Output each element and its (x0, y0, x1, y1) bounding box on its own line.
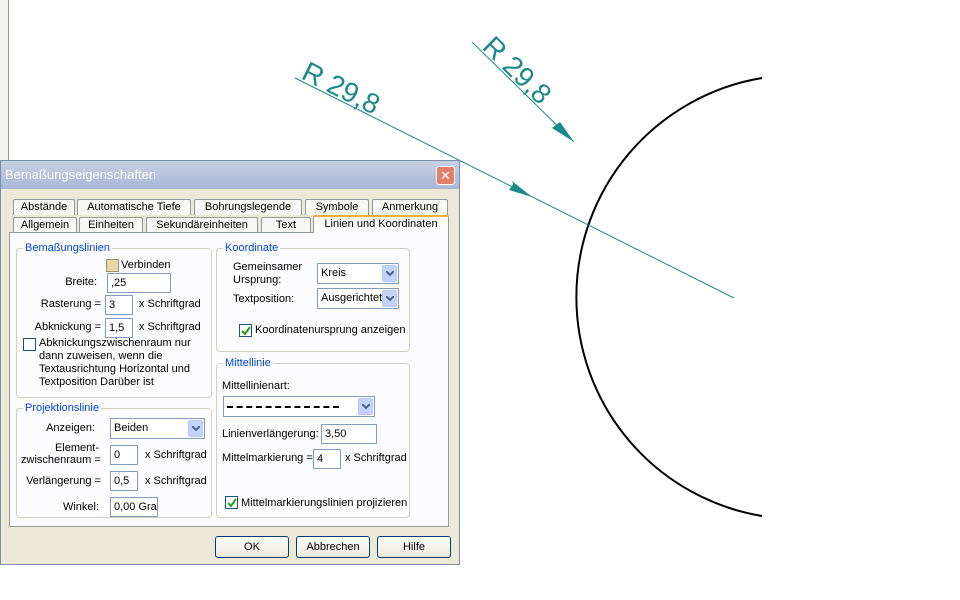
element-label-line-2: zwischenraum = (21, 454, 101, 466)
dialog-titlebar[interactable]: Bemaßungseigenschaften ✕ (1, 161, 459, 189)
dimension-label-1[interactable]: R 29,8 (297, 56, 385, 121)
zwischenraum-line-3: Textausrichtung Horizontal und (39, 363, 191, 375)
hilfe-button[interactable]: Hilfe (377, 536, 451, 558)
ursprung-label-line-1: Gemeinsamer (233, 261, 303, 273)
mittelmarkierung-input[interactable]: 4 (313, 449, 341, 469)
zwischenraum-line-2: dann zuweisen, wenn die (39, 350, 163, 362)
chevron-down-icon (382, 290, 397, 307)
mittelmarkierung-unit: x Schriftgrad (345, 452, 407, 464)
group-koordinate: Koordinate Gemeinsamer Ursprung: Kreis T… (216, 242, 410, 352)
chevron-down-icon (188, 420, 203, 437)
anzeigen-select[interactable]: Beiden (110, 418, 205, 439)
dimension-properties-dialog: Bemaßungseigenschaften ✕ Abstände Automa… (0, 160, 460, 565)
tab-symbole[interactable]: Symbole (305, 199, 369, 215)
verbinden-checkbox[interactable] (106, 259, 119, 272)
element-label-line-1: Element- (54, 442, 99, 454)
abknickung-label: Abknickung = (34, 321, 101, 333)
tab-abstaende[interactable]: Abstände (13, 199, 75, 215)
dialog-title: Bemaßungseigenschaften (5, 167, 157, 182)
anzeigen-label: Anzeigen: (46, 422, 95, 434)
verlaengerung-input[interactable]: 0,5 (110, 471, 138, 491)
textposition-label: Textposition: (233, 293, 295, 305)
textposition-select[interactable]: Ausgerichtet (317, 288, 399, 309)
rasterung-input[interactable]: 3 (105, 295, 133, 315)
ursprung-label: Gemeinsamer Ursprung: (233, 261, 302, 287)
group-legend-koordinate: Koordinate (223, 242, 281, 255)
mittellinienart-select[interactable] (223, 396, 375, 417)
group-mittellinie: Mittellinie Mittellinienart: Linienverlä… (216, 357, 410, 518)
tab-allgemein[interactable]: Allgemein (13, 217, 77, 233)
verlaengerung-label: Verlängerung = (26, 475, 101, 487)
element-input[interactable]: 0 (110, 445, 138, 465)
tab-anmerkung[interactable]: Anmerkung (372, 199, 448, 215)
tab-linien-und-koordinaten[interactable]: Linien und Koordinaten (313, 215, 449, 233)
zwischenraum-line-4: Textposition Darüber ist (39, 376, 154, 388)
group-bemassungslinien: Bemaßungslinien Verbinden Breite: ,25 Ra… (16, 242, 212, 398)
projizieren-checkbox[interactable] (225, 496, 238, 509)
circle-arc[interactable] (575, 77, 763, 517)
rasterung-label: Rasterung = (40, 298, 101, 310)
breite-input[interactable]: ,25 (107, 273, 171, 293)
verbinden-label: Verbinden (121, 259, 171, 271)
breite-label: Breite: (65, 276, 97, 288)
element-label: Element- zwischenraum = (21, 442, 101, 466)
anzeigen-select-value: Beiden (114, 422, 149, 434)
tab-automatische-tiefe[interactable]: Automatische Tiefe (77, 199, 191, 215)
ursprung-label-line-2: Ursprung: (233, 274, 282, 286)
group-legend-mittellinie: Mittellinie (223, 357, 273, 370)
element-unit: x Schriftgrad (145, 449, 207, 461)
close-icon: ✕ (440, 168, 451, 183)
dimension-arrow-1b (509, 183, 532, 197)
verlaengerung-unit: x Schriftgrad (145, 475, 207, 487)
rasterung-unit: x Schriftgrad (139, 298, 201, 310)
zwischenraum-line-1: Abknickungszwischenraum nur (39, 337, 191, 349)
checkmark-icon (227, 498, 237, 508)
winkel-label: Winkel: (62, 501, 99, 513)
abknickung-unit: x Schriftgrad (139, 321, 201, 333)
tab-text[interactable]: Text (261, 217, 311, 233)
group-projektionslinie: Projektionslinie Anzeigen: Beiden Elemen… (16, 402, 212, 518)
tab-panel-linien-und-koordinaten: Bemaßungslinien Verbinden Breite: ,25 Ra… (9, 232, 449, 527)
left-panel-edge (0, 0, 9, 162)
checkmark-icon (241, 326, 251, 336)
tab-bohrungslegende[interactable]: Bohrungslegende (194, 199, 302, 215)
dimension-arrow-2 (552, 122, 574, 142)
close-button[interactable]: ✕ (436, 166, 455, 185)
ursprung-select[interactable]: Kreis (317, 263, 399, 284)
koordinatenursprung-label: Koordinatenursprung anzeigen (255, 324, 406, 336)
koordinatenursprung-checkbox[interactable] (239, 324, 252, 337)
linienverlaengerung-input[interactable]: 3,50 (321, 424, 377, 444)
dimension-label-2[interactable]: R 29,8 (477, 30, 558, 110)
tab-sekundaereinheiten[interactable]: Sekundäreinheiten (146, 217, 258, 233)
textposition-select-value: Ausgerichtet (321, 292, 383, 304)
tab-einheiten[interactable]: Einheiten (79, 217, 143, 233)
zwischenraum-checkbox[interactable] (23, 338, 36, 351)
ursprung-select-value: Kreis (321, 267, 347, 279)
abknickung-input[interactable]: 1,5 (105, 318, 133, 338)
mittelmarkierung-label: Mittelmarkierung = (222, 452, 313, 464)
chevron-down-icon (382, 265, 397, 282)
mittellinienart-label: Mittellinienart: (222, 380, 290, 392)
centerline-style-preview (227, 406, 339, 408)
group-legend-projektionslinie: Projektionslinie (23, 402, 101, 415)
projizieren-label: Mittelmarkierungslinien projizieren (241, 497, 408, 509)
winkel-input[interactable]: 0,00 Gra (110, 497, 158, 517)
linienverlaengerung-label: Linienverlängerung: (222, 428, 319, 440)
abbrechen-button[interactable]: Abbrechen (296, 536, 370, 558)
zwischenraum-label: Abknickungszwischenraum nur dann zuweise… (39, 337, 191, 389)
chevron-down-icon (358, 398, 373, 415)
ok-button[interactable]: OK (215, 536, 289, 558)
group-legend-bemassungslinien: Bemaßungslinien (23, 242, 112, 255)
